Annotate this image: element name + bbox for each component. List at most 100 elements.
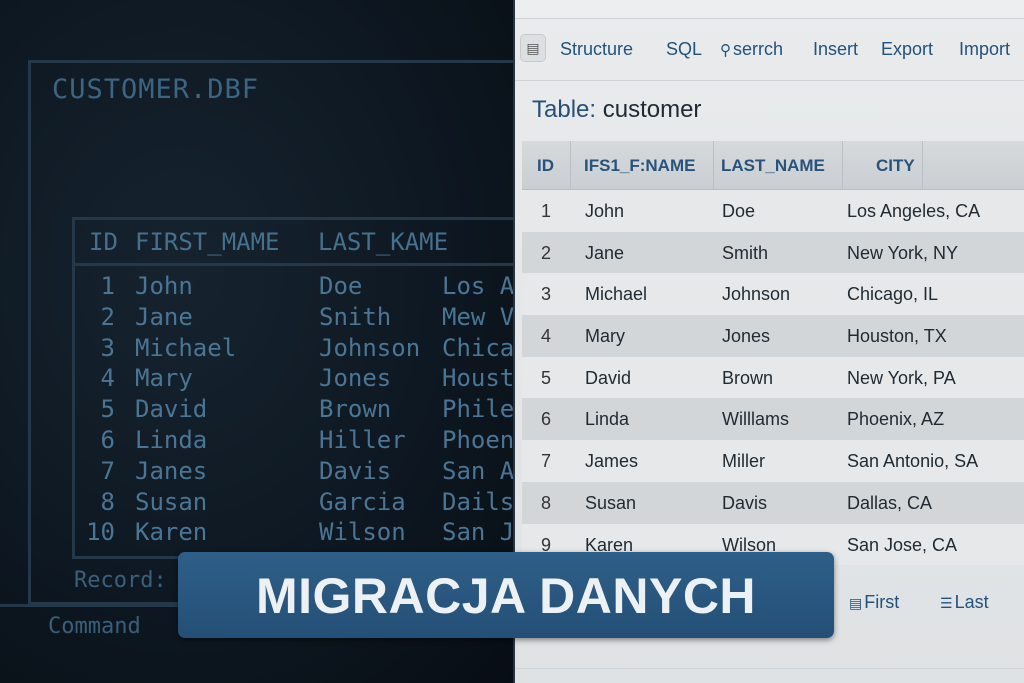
terminal-cell-last: Snith [319, 302, 392, 331]
terminal-cell-id: 6 [100, 425, 115, 454]
cell-city: Phoenix, AZ [847, 409, 945, 430]
terminal-cell-id: 3 [100, 333, 115, 362]
cell-first-name: Michael [585, 284, 648, 305]
cell-last-name: Johnson [722, 284, 791, 305]
terminal-cell-last: Brown [319, 395, 392, 424]
terminal-row: 1 John Doe Los A [75, 272, 513, 303]
cell-last-name: Jones [722, 326, 771, 347]
column-divider [713, 141, 714, 189]
column-header-id[interactable]: ID [537, 156, 554, 176]
tab-export[interactable]: Export [881, 39, 933, 60]
tab-import[interactable]: Import [959, 39, 1010, 60]
terminal-cell-first: Linda [135, 425, 208, 454]
terminal-cell-first: Mary [135, 364, 193, 393]
column-header-city[interactable]: CITY [876, 156, 915, 176]
terminal-cell-last: Hiller [319, 425, 406, 454]
cell-first-name: John [585, 201, 625, 221]
tab-structure[interactable]: Structure [560, 39, 633, 60]
browser-top-bar [515, 0, 1024, 19]
tab-insert[interactable]: Insert [813, 39, 858, 60]
grid-body: 1 John Doe Los Angeles, CA 2 Jane Smith New Yo… [522, 190, 1024, 566]
tab-search[interactable]: ⚲ serrch [720, 39, 783, 60]
terminal-cell-first: Karen [135, 518, 208, 547]
first-page-icon: ▤ [849, 595, 863, 611]
page-title: Table: customer [532, 96, 701, 124]
terminal-command-prompt[interactable]: Command [48, 614, 141, 639]
column-header-first-name[interactable]: IFS1_F:NAME [584, 156, 695, 176]
cell-first-name: Mary [585, 326, 625, 347]
page-title-table-name: customer [602, 96, 702, 123]
terminal-cell-last: Garcia [319, 487, 406, 516]
terminal-row: 3 Michael Johnson Chica [75, 334, 513, 365]
table-row[interactable]: 6 Linda Willlams Phoenix, AZ [522, 398, 1024, 441]
terminal-cell-id: 4 [100, 364, 115, 393]
cell-first-name: Linda [585, 409, 630, 430]
terminal-cell-first: Susan [135, 487, 208, 516]
terminal-col-id: ID [89, 228, 118, 256]
column-divider [570, 141, 571, 189]
table-row[interactable]: 3 Michael Johnson Chicago, IL [522, 273, 1024, 316]
cell-id: 8 [540, 492, 551, 513]
terminal-row: 6 Linda Hiller Phoen [75, 426, 513, 457]
cell-id: 6 [540, 409, 551, 430]
data-grid: ID IFS1_F:NAME LAST_NAME CITY 1 John Doe Lo… [522, 141, 1024, 566]
terminal-row: 10 Karen Wilson San J [75, 518, 513, 549]
terminal-row: 2 Jane Snith Mew V [75, 303, 513, 334]
magnifier-icon: ⚲ [720, 42, 731, 59]
terminal-cell-city: Houst [442, 364, 513, 393]
cell-city: New York, NY [847, 242, 959, 263]
terminal-cell-id: 8 [100, 487, 115, 516]
tab-search-label: serrch [733, 39, 784, 59]
cell-last-name: Brown [722, 367, 774, 388]
pager-first-label: First [864, 592, 900, 612]
footer-divider [515, 668, 1024, 669]
terminal-cell-first: Michael [135, 333, 237, 362]
terminal-title: CUSTOMER.DBF [52, 74, 260, 105]
terminal-cell-city: Chica [442, 333, 513, 362]
title-banner: MIGRACJA DANYCH [178, 552, 834, 638]
cell-last-name: Willlams [722, 409, 789, 430]
last-page-icon: ☰ [940, 595, 953, 611]
terminal-cell-id: 1 [100, 272, 115, 300]
cell-city: Dallas, CA [847, 492, 933, 513]
cell-city: San Antonio, SA [847, 451, 979, 472]
cell-city: San Jose, CA [847, 534, 958, 555]
cell-first-name: David [585, 367, 632, 388]
terminal-cell-city: San J [442, 518, 513, 547]
terminal-table: ID FIRST_MAME LAST_KAME 1 John Doe Los A 2J… [72, 217, 513, 559]
terminal-cell-last: Johnson [319, 333, 421, 362]
banner-title: MIGRACJA DANYCH [255, 568, 757, 624]
cell-id: 5 [540, 367, 551, 388]
terminal-table-header: ID FIRST_MAME LAST_KAME [75, 220, 513, 266]
pager-first-button[interactable]: ▤ First [849, 592, 899, 613]
cell-last-name: Davis [722, 492, 768, 513]
terminal-cell-last: Jones [319, 364, 392, 393]
terminal-cell-last: Davis [319, 456, 392, 485]
table-row[interactable]: 4 Mary Jones Houston, TX [522, 315, 1024, 357]
cell-city: Chicago, IL [847, 284, 939, 305]
column-header-last-name[interactable]: LAST_NAME [721, 156, 825, 176]
table-row[interactable]: 2 Jane Smith New York, NY [522, 231, 1024, 274]
cell-id: 7 [540, 451, 551, 472]
terminal-col-last-name: LAST_KAME [318, 228, 449, 256]
terminal-cell-first: David [135, 395, 208, 424]
terminal-cell-first: John [135, 272, 193, 300]
cell-city: Houston, TX [847, 326, 947, 347]
cell-id: 2 [540, 242, 551, 263]
terminal-row: 4 Mary Jones Houst [75, 364, 513, 395]
pager-last-button[interactable]: ☰ Last [940, 592, 989, 613]
terminal-rows: 1 John Doe Los A 2 Jane Snith Mew V 3 Michael Jo… [75, 272, 513, 549]
pager-last-label: Last [954, 592, 989, 612]
table-icon[interactable]: ▤ [520, 34, 546, 62]
terminal-cell-city: Los A [442, 272, 513, 300]
cell-first-name: Susan [585, 492, 637, 513]
table-row[interactable]: 7 James Miller San Antonio, SA [522, 440, 1024, 482]
column-divider [842, 141, 843, 189]
tab-sql[interactable]: SQL [666, 39, 702, 60]
table-row[interactable]: 5 David Brown New York, PA [522, 356, 1024, 399]
table-row[interactable]: 8 Susan Davis Dallas, CA [522, 481, 1024, 524]
terminal-cell-id: 10 [86, 518, 115, 547]
terminal-cell-city: San A [442, 456, 513, 485]
table-row[interactable]: 1 John Doe Los Angeles, CA [522, 190, 1024, 232]
terminal-cell-id: 7 [100, 456, 115, 485]
